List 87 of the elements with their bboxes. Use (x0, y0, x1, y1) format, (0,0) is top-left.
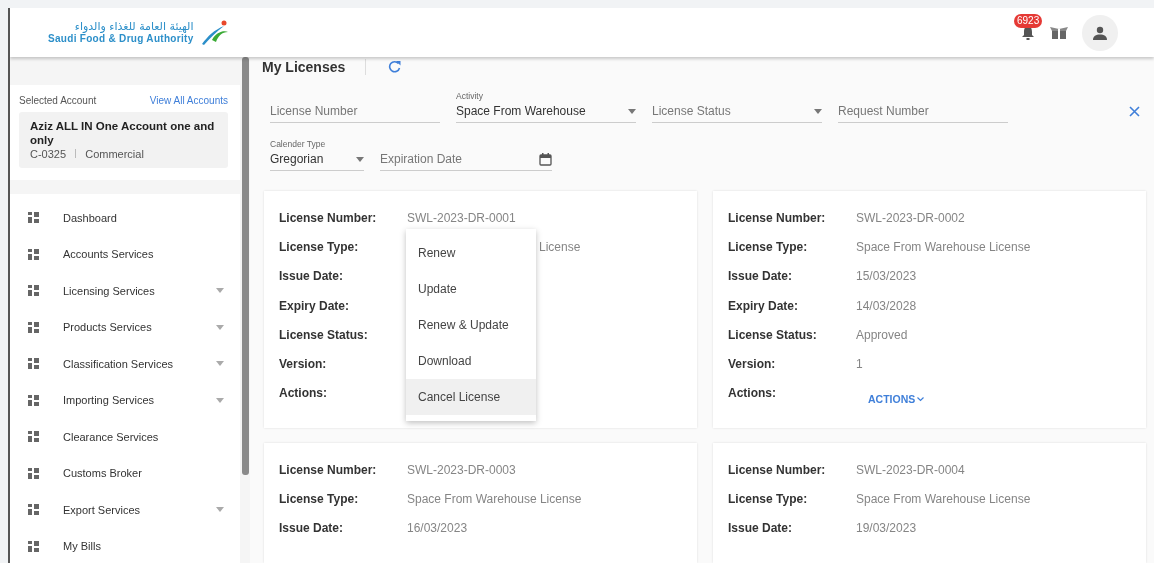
field-label: License Status: (728, 327, 818, 342)
sidebar-item[interactable]: Customs Broker (10, 455, 240, 492)
field-value: SWL-2023-DR-0003 (407, 462, 516, 477)
field-label: Version: (728, 357, 777, 372)
date-field[interactable]: Expiration Date (380, 152, 552, 172)
account-card[interactable]: Aziz ALL IN One Account one and only C-0325 Commercial (19, 112, 228, 168)
select-field[interactable]: Calender Type Gregorian (270, 139, 364, 172)
caret-icon (814, 108, 822, 114)
avatar-button[interactable] (1082, 14, 1118, 51)
actions-button[interactable]: ACTIONS (868, 393, 925, 406)
field-label: License Number: (728, 210, 827, 225)
account-type: Commercial (85, 147, 144, 160)
field-label: Issue Date: (279, 521, 345, 536)
field-label: License Type: (279, 492, 360, 507)
field-label: License Number: (728, 462, 827, 477)
field-value: 16/03/2023 (407, 521, 468, 536)
caret-icon (356, 156, 364, 162)
field-value: 1 (856, 357, 863, 372)
expand-caret-icon (216, 324, 224, 330)
field-value: License (539, 239, 581, 254)
sidebar-item[interactable]: Importing Services (10, 382, 240, 419)
person-icon (1093, 25, 1107, 40)
field-value: Space From Warehouse License (856, 239, 1031, 254)
field-value: Approved (856, 327, 908, 342)
input-field[interactable]: License Number (270, 104, 440, 124)
box-icon[interactable] (1050, 25, 1068, 40)
sidebar-item[interactable]: Products Services (10, 309, 240, 346)
sidebar-item[interactable]: My Bills (10, 528, 240, 563)
grid-icon (28, 467, 39, 479)
account-name: Aziz ALL IN One Account one and only (30, 120, 216, 148)
menu-item[interactable]: Download (406, 343, 536, 380)
expand-caret-icon (216, 397, 224, 403)
field-label: License Number: (279, 210, 378, 225)
selected-account-label: Selected Account (19, 95, 97, 106)
grid-icon (28, 504, 39, 516)
grid-icon (28, 321, 39, 333)
page-title: My Licenses (262, 58, 367, 75)
sidebar-item[interactable]: Classification Services (10, 345, 240, 383)
grid-icon (28, 285, 39, 297)
grid-icon (28, 358, 39, 370)
expand-caret-icon (216, 507, 224, 513)
field-value: SWL-2023-DR-0002 (856, 210, 965, 225)
sidebar-item[interactable]: Export Services (10, 491, 240, 529)
field-value: 19/03/2023 (856, 521, 917, 536)
menu-item[interactable]: Renew (406, 235, 536, 272)
menu-item[interactable]: Renew & Update (406, 307, 536, 344)
field-label: Expiry Date: (728, 298, 800, 313)
field-value: 15/03/2023 (856, 269, 917, 284)
view-all-accounts-link[interactable]: View All Accounts (149, 95, 228, 106)
field-label: License Type: (728, 239, 809, 254)
caret-icon (628, 108, 636, 114)
field-label: License Type: (279, 239, 360, 254)
grid-icon (28, 431, 39, 443)
select-field[interactable]: License Status (652, 104, 822, 124)
field-value: SWL-2023-DR-0004 (856, 462, 965, 477)
field-label: License Type: (728, 492, 809, 507)
sidebar-item[interactable]: Accounts Services (10, 236, 240, 273)
grid-icon (28, 540, 39, 552)
field-value: SWL-2023-DR-0001 (407, 210, 516, 225)
sidebar-item[interactable]: Licensing Services (10, 272, 240, 310)
menu-item[interactable]: Cancel License (406, 379, 536, 416)
grid-icon (28, 248, 39, 260)
expand-caret-icon (216, 361, 224, 367)
field-label: Version: (279, 357, 328, 372)
field-label: License Status: (279, 327, 369, 342)
field-label: Actions: (728, 386, 777, 401)
field-label: Expiry Date: (279, 298, 351, 313)
select-field[interactable]: Activity Space From Warehouse (456, 91, 636, 124)
calendar-icon (539, 152, 552, 166)
field-label: Issue Date: (728, 521, 794, 536)
expand-caret-icon (216, 288, 224, 294)
input-field[interactable]: Request Number (838, 104, 1008, 124)
chevron-down-icon (917, 396, 925, 402)
sidebar-item[interactable]: Dashboard (10, 199, 240, 237)
field-label: Issue Date: (728, 269, 794, 284)
refresh-button[interactable] (388, 60, 402, 73)
field-value: 14/03/2028 (856, 298, 917, 313)
field-label: Issue Date: (279, 269, 345, 284)
menu-item[interactable]: Update (406, 271, 536, 308)
grid-icon (28, 394, 39, 406)
account-code: C-0325 (30, 147, 67, 160)
sidebar-item[interactable]: Clearance Services (10, 418, 240, 456)
notification-badge: 6923 (1014, 13, 1043, 28)
grid-icon (28, 212, 39, 224)
field-label: Actions: (279, 386, 328, 401)
field-label: License Number: (279, 462, 378, 477)
scrollbar-thumb[interactable] (241, 57, 249, 475)
